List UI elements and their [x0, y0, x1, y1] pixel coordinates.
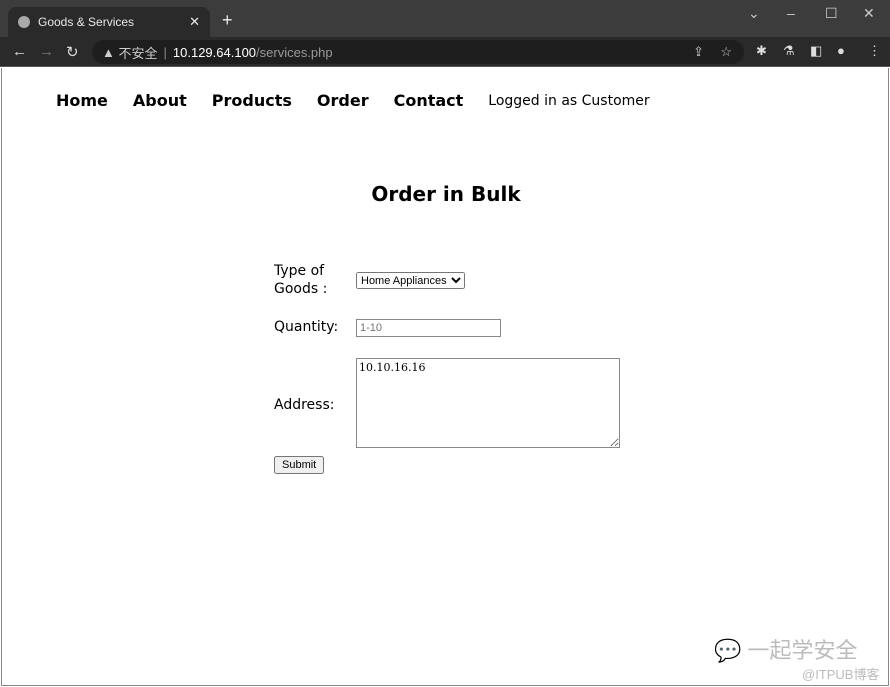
type-label: Type of Goods :: [274, 263, 328, 297]
nav-home[interactable]: Home: [56, 91, 108, 110]
nav-contact[interactable]: Contact: [394, 91, 464, 110]
nav-products[interactable]: Products: [212, 91, 292, 110]
insecure-label: 不安全: [118, 45, 158, 61]
nav-order[interactable]: Order: [317, 91, 369, 110]
address-label: Address:: [274, 397, 335, 413]
quantity-input[interactable]: [356, 319, 501, 337]
browser-tab[interactable]: Goods & Services ✕: [8, 7, 210, 37]
submit-button[interactable]: Submit: [274, 456, 325, 474]
quantity-label: Quantity:: [274, 319, 339, 335]
address-bar[interactable]: ▲ 不安全 | 10.129.64.100 /services.php ⇪ ☆: [92, 40, 744, 64]
side-panel-icon[interactable]: ◧: [810, 43, 822, 59]
browser-toolbar: ← → ↻ ▲ 不安全 | 10.129.64.100 /services.ph…: [0, 37, 890, 67]
page-content: Home About Products Order Contact Logged…: [1, 68, 889, 686]
minimize-button[interactable]: –: [787, 5, 795, 21]
share-icon[interactable]: ⇪: [693, 44, 704, 60]
watermark-text: 一起学安全: [747, 638, 858, 663]
tab-search-icon[interactable]: ⌄: [748, 5, 760, 22]
page-title: Order in Bulk: [371, 182, 521, 206]
address-textarea[interactable]: 10.10.16.16: [356, 358, 620, 448]
labs-icon[interactable]: ⚗: [783, 43, 795, 59]
back-icon[interactable]: ←: [12, 43, 27, 60]
bookmark-star-icon[interactable]: ☆: [720, 44, 732, 60]
forward-icon[interactable]: →: [39, 43, 54, 60]
login-status: Logged in as Customer: [488, 92, 650, 109]
url-path: /services.php: [256, 44, 333, 60]
tab-bar: Goods & Services ✕ + ⌄ – ☐ ✕: [0, 0, 890, 37]
tab-title: Goods & Services: [38, 15, 135, 29]
watermark-logo: 💬 一起学安全: [714, 638, 858, 663]
nav-about[interactable]: About: [133, 91, 187, 110]
menu-icon[interactable]: ⋮: [868, 43, 881, 59]
warning-icon: ▲: [102, 44, 119, 60]
main-nav: Home About Products Order Contact Logged…: [56, 91, 650, 110]
extensions-icon[interactable]: ✱: [756, 43, 767, 59]
maximize-button[interactable]: ☐: [825, 5, 838, 22]
watermark-sub: @ITPUB博客: [802, 667, 880, 682]
profile-icon[interactable]: ●: [837, 43, 845, 58]
close-window-button[interactable]: ✕: [863, 5, 875, 22]
type-select[interactable]: Home Appliances: [356, 272, 465, 289]
reload-icon[interactable]: ↻: [66, 43, 79, 61]
new-tab-button[interactable]: +: [222, 10, 233, 31]
url-host: 10.129.64.100: [172, 44, 257, 60]
globe-icon: [18, 16, 30, 28]
close-tab-icon[interactable]: ✕: [189, 14, 200, 30]
